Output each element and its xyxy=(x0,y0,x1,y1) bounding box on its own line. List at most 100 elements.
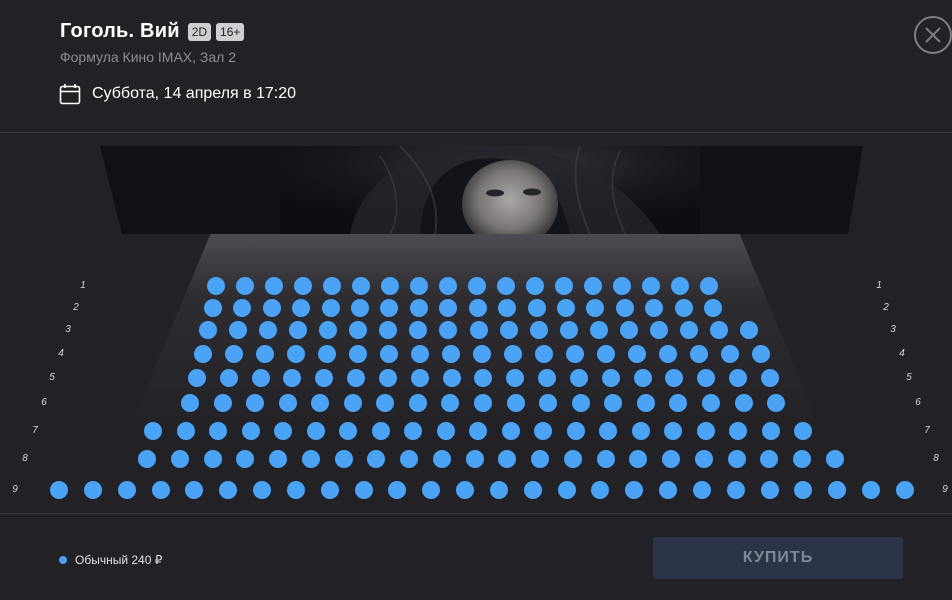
seat[interactable] xyxy=(566,422,585,440)
seat[interactable] xyxy=(465,450,484,468)
seat[interactable] xyxy=(474,394,493,412)
seat[interactable] xyxy=(649,321,668,339)
seat[interactable] xyxy=(489,481,508,499)
seat[interactable] xyxy=(352,277,370,295)
seat[interactable] xyxy=(619,321,638,339)
seat[interactable] xyxy=(367,450,386,468)
seat[interactable] xyxy=(253,481,272,499)
seat[interactable] xyxy=(589,321,608,339)
seat[interactable] xyxy=(456,481,475,499)
seat[interactable] xyxy=(760,369,779,387)
seat[interactable] xyxy=(432,450,451,468)
seat[interactable] xyxy=(506,394,525,412)
seat[interactable] xyxy=(726,481,745,499)
seat[interactable] xyxy=(752,345,770,363)
seat[interactable] xyxy=(642,277,660,295)
seat[interactable] xyxy=(176,422,195,440)
seat[interactable] xyxy=(219,369,238,387)
seat[interactable] xyxy=(498,450,517,468)
seat[interactable] xyxy=(721,345,739,363)
seat[interactable] xyxy=(538,369,557,387)
seat[interactable] xyxy=(535,345,553,363)
seat[interactable] xyxy=(469,321,488,339)
seat[interactable] xyxy=(318,345,336,363)
seat[interactable] xyxy=(674,299,693,317)
seat[interactable] xyxy=(50,481,68,499)
seat[interactable] xyxy=(760,450,779,468)
seat[interactable] xyxy=(584,277,602,295)
seat[interactable] xyxy=(557,481,576,499)
seat[interactable] xyxy=(498,299,517,317)
seat[interactable] xyxy=(793,450,812,468)
seat[interactable] xyxy=(497,277,515,295)
seat[interactable] xyxy=(246,394,265,412)
seat[interactable] xyxy=(409,299,428,317)
seat[interactable] xyxy=(629,450,648,468)
seat[interactable] xyxy=(194,345,212,363)
seat[interactable] xyxy=(828,481,847,499)
seat[interactable] xyxy=(410,369,429,387)
seat[interactable] xyxy=(181,394,199,412)
seat[interactable] xyxy=(740,321,759,339)
seat[interactable] xyxy=(378,369,397,387)
seat[interactable] xyxy=(343,394,362,412)
seat[interactable] xyxy=(321,299,340,317)
seat[interactable] xyxy=(185,481,204,499)
seat[interactable] xyxy=(499,321,518,339)
seat[interactable] xyxy=(138,450,156,468)
seat[interactable] xyxy=(199,321,217,339)
seat[interactable] xyxy=(83,481,102,499)
seat[interactable] xyxy=(286,481,305,499)
seat[interactable] xyxy=(825,450,844,468)
seat[interactable] xyxy=(559,321,578,339)
seat[interactable] xyxy=(265,277,283,295)
seat[interactable] xyxy=(209,422,227,440)
seat[interactable] xyxy=(306,422,325,440)
seat[interactable] xyxy=(794,481,813,499)
seat[interactable] xyxy=(439,277,457,295)
seat[interactable] xyxy=(259,321,278,339)
seat[interactable] xyxy=(236,277,254,295)
seat[interactable] xyxy=(625,481,644,499)
seat[interactable] xyxy=(569,369,588,387)
seat[interactable] xyxy=(170,450,189,468)
seat[interactable] xyxy=(278,394,297,412)
seat[interactable] xyxy=(734,394,753,412)
seat[interactable] xyxy=(566,345,584,363)
seat[interactable] xyxy=(287,345,305,363)
seat[interactable] xyxy=(571,394,590,412)
seat[interactable] xyxy=(219,481,238,499)
seat[interactable] xyxy=(527,299,546,317)
seat[interactable] xyxy=(213,394,232,412)
seat[interactable] xyxy=(694,450,713,468)
seat[interactable] xyxy=(628,345,646,363)
seat[interactable] xyxy=(207,277,225,295)
seat[interactable] xyxy=(679,321,698,339)
seat[interactable] xyxy=(404,422,422,440)
seat[interactable] xyxy=(591,481,610,499)
seat[interactable] xyxy=(703,299,722,317)
seat[interactable] xyxy=(256,345,274,363)
seat[interactable] xyxy=(351,299,370,317)
seat[interactable] xyxy=(117,481,136,499)
seat[interactable] xyxy=(760,481,779,499)
seat[interactable] xyxy=(896,481,914,499)
seat[interactable] xyxy=(633,369,652,387)
seat[interactable] xyxy=(597,345,615,363)
seat[interactable] xyxy=(659,345,677,363)
seat[interactable] xyxy=(664,422,682,440)
seat[interactable] xyxy=(555,277,573,295)
close-button[interactable] xyxy=(914,16,952,54)
seat[interactable] xyxy=(354,481,373,499)
seat[interactable] xyxy=(501,422,520,440)
buy-button[interactable]: КУПИТЬ xyxy=(653,537,903,579)
seat[interactable] xyxy=(636,394,655,412)
seat[interactable] xyxy=(761,422,780,440)
seat[interactable] xyxy=(241,422,260,440)
seat[interactable] xyxy=(422,481,441,499)
seat[interactable] xyxy=(349,345,367,363)
seat[interactable] xyxy=(323,277,341,295)
seat[interactable] xyxy=(262,299,281,317)
seat[interactable] xyxy=(526,277,544,295)
seat[interactable] xyxy=(400,450,419,468)
